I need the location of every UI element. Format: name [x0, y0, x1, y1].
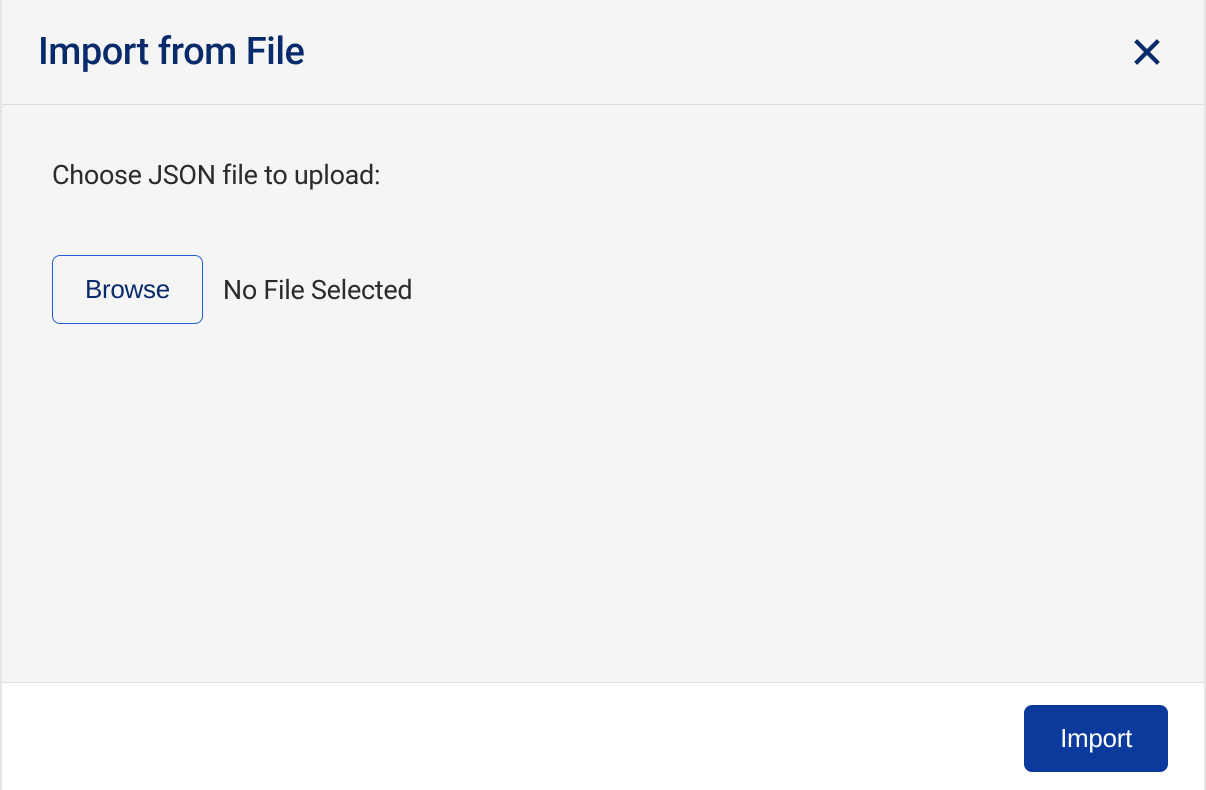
- modal-body: Choose JSON file to upload: Browse No Fi…: [2, 105, 1204, 682]
- close-icon: [1130, 35, 1164, 69]
- close-button[interactable]: [1126, 31, 1168, 73]
- modal-title: Import from File: [38, 30, 304, 74]
- browse-button[interactable]: Browse: [52, 255, 203, 324]
- import-from-file-modal: Import from File Choose JSON file to upl…: [0, 0, 1206, 790]
- file-selection-status: No File Selected: [223, 274, 412, 306]
- file-picker-row: Browse No File Selected: [52, 255, 1154, 324]
- import-button[interactable]: Import: [1024, 705, 1168, 772]
- upload-prompt: Choose JSON file to upload:: [52, 159, 1154, 191]
- modal-footer: Import: [2, 682, 1204, 790]
- modal-header: Import from File: [2, 0, 1204, 105]
